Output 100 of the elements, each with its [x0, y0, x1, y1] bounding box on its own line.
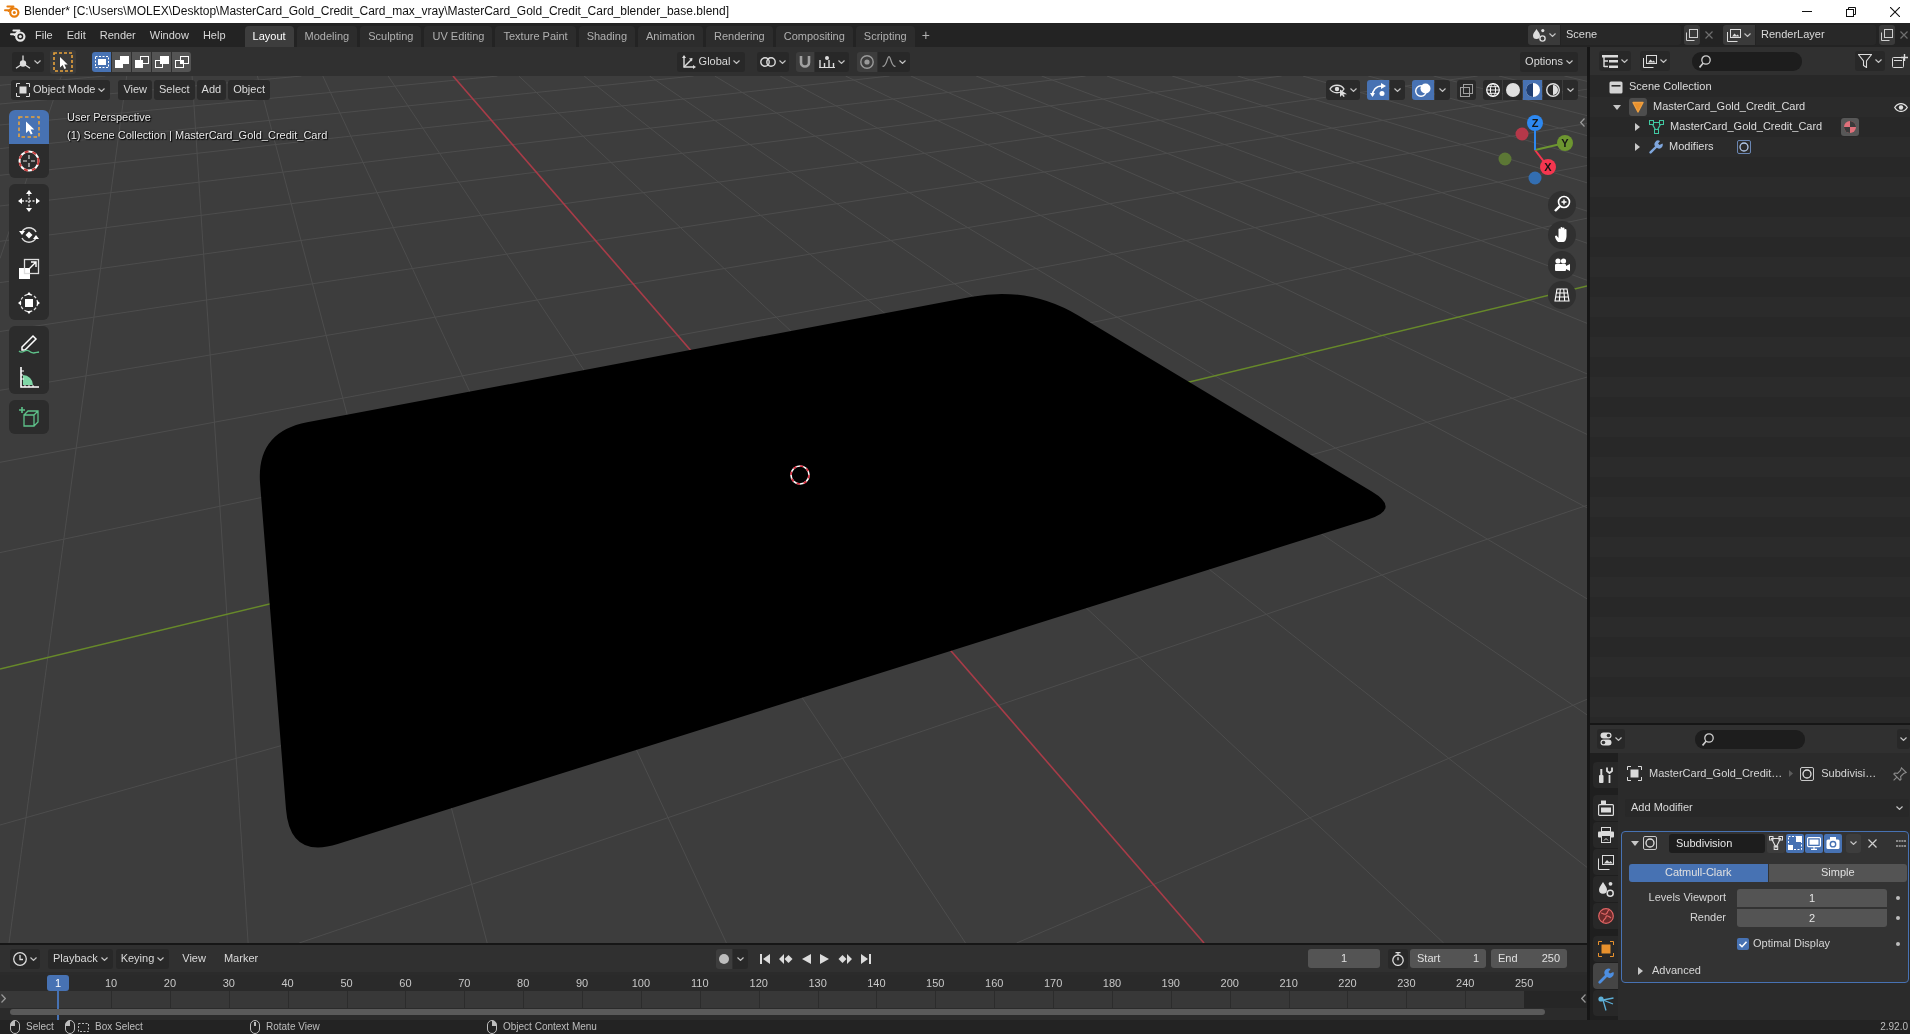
workspace-tab[interactable]: Shading: [578, 26, 636, 47]
menu-item[interactable]: View: [177, 948, 211, 969]
perspective-grid-icon[interactable]: [1548, 281, 1576, 309]
jump-to-end-icon[interactable]: [861, 953, 871, 964]
gizmo-options-button[interactable]: [1390, 80, 1405, 100]
display-mode-button[interactable]: [1640, 51, 1670, 71]
axis-handle[interactable]: Y: [1534, 135, 1573, 151]
menu-item[interactable]: Edit: [59, 23, 93, 47]
editor-type-button[interactable]: [10, 948, 40, 969]
modifier-menu-button[interactable]: [1846, 833, 1861, 853]
outliner-item[interactable]: Scene Collection: [1629, 80, 1712, 94]
menu-item[interactable]: Add: [196, 80, 227, 100]
search-field[interactable]: [1692, 51, 1802, 71]
viewport-toggle[interactable]: [1805, 833, 1823, 853]
falloff-dropdown[interactable]: [878, 51, 911, 72]
menu-dropdown[interactable]: Playback: [48, 948, 113, 969]
active-tool-button[interactable]: [50, 49, 76, 74]
tool-button[interactable]: [9, 360, 49, 394]
workspace-tab[interactable]: Layout: [244, 26, 294, 47]
breadcrumb-item[interactable]: MasterCard_Gold_Credit…: [1649, 766, 1783, 781]
menu-item[interactable]: Render: [92, 23, 143, 47]
tool-button[interactable]: [9, 144, 49, 178]
restore-icon[interactable]: [1846, 6, 1856, 17]
hand-icon[interactable]: [1548, 221, 1576, 249]
render-tab[interactable]: [1593, 795, 1618, 821]
gizmo-toggle[interactable]: [1367, 80, 1389, 100]
eye-icon[interactable]: [1894, 102, 1908, 112]
on-cage-toggle[interactable]: [1767, 833, 1785, 853]
cross-icon[interactable]: [1900, 31, 1908, 39]
snap-toggle[interactable]: [796, 51, 815, 72]
pivot-point-dropdown[interactable]: [757, 51, 790, 72]
options-dropdown[interactable]: Options: [1520, 51, 1578, 72]
previous-keyframe-icon[interactable]: [779, 953, 793, 964]
xray-toggle[interactable]: [1457, 80, 1476, 100]
outliner-item[interactable]: MasterCard_Gold_Credit_Card: [1653, 100, 1806, 114]
overlays-options-button[interactable]: [1435, 80, 1450, 100]
jump-to-start-icon[interactable]: [760, 953, 770, 964]
workspace-tab[interactable]: Animation: [638, 26, 703, 47]
mode-dropdown[interactable]: Object Mode: [11, 80, 111, 100]
expand-arrow-icon[interactable]: [1631, 840, 1639, 846]
cross-icon[interactable]: [1705, 31, 1713, 39]
current-frame-indicator[interactable]: 1: [47, 975, 69, 991]
expand-arrow-icon[interactable]: [1637, 967, 1643, 975]
workspace-tab[interactable]: Compositing: [775, 26, 853, 47]
dot-icon[interactable]: [1896, 916, 1900, 920]
scene-field[interactable]: Scene: [1561, 25, 1681, 45]
tool-button[interactable]: [9, 286, 49, 320]
snap-target-dropdown[interactable]: [815, 51, 850, 72]
algorithm-option[interactable]: Catmull-Clark: [1629, 864, 1768, 882]
render-toggle[interactable]: [1824, 833, 1842, 853]
overlays-toggle[interactable]: [1412, 80, 1434, 100]
drag-handle-icon[interactable]: [1896, 839, 1906, 847]
workspace-tab[interactable]: UV Editing: [424, 26, 493, 47]
expand-arrow-icon[interactable]: [1634, 123, 1640, 131]
next-keyframe-icon[interactable]: [838, 953, 852, 964]
expand-arrow-icon[interactable]: [1613, 104, 1621, 110]
selectability-dropdown[interactable]: [1326, 80, 1360, 100]
select-mode-button[interactable]: [172, 51, 191, 72]
menu-dropdown[interactable]: Keying: [115, 948, 170, 969]
keying-options-button[interactable]: [733, 948, 748, 969]
menu-item[interactable]: Marker: [218, 948, 264, 969]
object-tab[interactable]: [1593, 936, 1618, 962]
tool-button[interactable]: [9, 326, 49, 360]
edit-mode-toggle[interactable]: [1786, 833, 1804, 853]
select-mode-button[interactable]: [132, 51, 151, 72]
play-reverse-icon[interactable]: [802, 953, 811, 964]
modifiers-tab[interactable]: [1593, 963, 1618, 989]
tool-button[interactable]: [9, 184, 49, 218]
expand-arrow-icon[interactable]: [1634, 143, 1640, 151]
menu-item[interactable]: Window: [142, 23, 196, 47]
options-dropdown-button[interactable]: [1897, 729, 1910, 749]
shading-mode-button[interactable]: [1503, 80, 1522, 100]
preview-range-toggle[interactable]: [1388, 948, 1408, 969]
close-icon[interactable]: [1890, 6, 1900, 17]
negative-axis-handle[interactable]: [1515, 127, 1529, 141]
select-mode-button[interactable]: [112, 51, 131, 72]
pin-icon[interactable]: [1893, 766, 1907, 781]
play-icon[interactable]: [820, 953, 829, 964]
ring-square-icon[interactable]: [1736, 140, 1751, 154]
output-tab[interactable]: [1593, 822, 1618, 848]
workspace-tab[interactable]: Rendering: [705, 26, 773, 47]
tool-tab[interactable]: [1593, 762, 1618, 788]
duplicate-button[interactable]: [1684, 25, 1700, 45]
workspace-tab[interactable]: Sculpting: [360, 26, 422, 47]
view-layer-selector-button[interactable]: [1723, 25, 1755, 45]
menu-item[interactable]: Object: [228, 80, 270, 100]
workspace-tab[interactable]: Scripting: [855, 26, 915, 47]
negative-axis-handle[interactable]: [1528, 171, 1542, 185]
algorithm-option[interactable]: Simple: [1768, 864, 1907, 882]
shading-mode-button[interactable]: [1543, 80, 1562, 100]
checkered-sphere-icon[interactable]: [1841, 118, 1860, 136]
chevron-left-icon[interactable]: [1581, 994, 1586, 1003]
view-layer-tab[interactable]: [1593, 849, 1618, 875]
proportional-editing-toggle[interactable]: [857, 51, 878, 72]
particles-tab[interactable]: [1593, 990, 1618, 1016]
workspace-tab[interactable]: Texture Paint: [495, 26, 576, 47]
editor-type-button[interactable]: [1599, 51, 1631, 71]
negative-axis-handle[interactable]: [1498, 152, 1512, 166]
add-workspace-button[interactable]: +: [917, 26, 934, 47]
checkbox[interactable]: [1737, 938, 1749, 950]
